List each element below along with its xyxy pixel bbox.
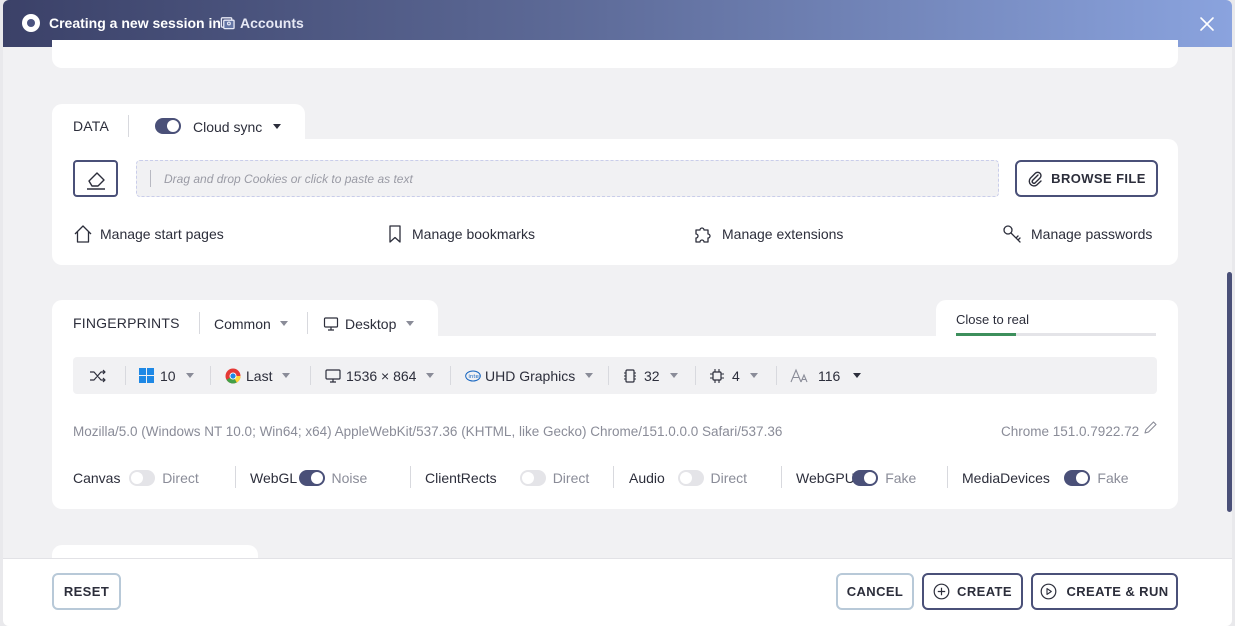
toggle-mediadevices-switch[interactable] xyxy=(1064,470,1091,486)
device-caret-icon[interactable] xyxy=(406,321,414,326)
edit-pencil-icon[interactable] xyxy=(1142,420,1158,436)
monitor-icon xyxy=(325,368,341,383)
randomize-button[interactable] xyxy=(89,357,107,394)
manage-start-pages-link[interactable]: Manage start pages xyxy=(73,224,224,244)
memory-chip-icon xyxy=(624,368,636,383)
toggle-webgl-value: Noise xyxy=(331,470,368,486)
browse-file-label: BROWSE FILE xyxy=(1051,171,1146,186)
desktop-icon xyxy=(323,317,339,331)
fingerprints-tab-label: FINGERPRINTS xyxy=(73,315,180,331)
key-icon xyxy=(1003,225,1021,243)
cancel-button[interactable]: CANCEL xyxy=(836,573,914,610)
folder-name: Accounts xyxy=(240,15,304,31)
toggle-audio-switch[interactable] xyxy=(677,470,704,486)
modal-title: Creating a new session in xyxy=(49,15,221,31)
home-icon xyxy=(74,225,92,243)
gpu-select[interactable]: intel UHD Graphics xyxy=(465,357,594,394)
toggle-audio-value: Direct xyxy=(710,470,748,486)
shuffle-icon xyxy=(90,369,106,382)
device-type-select[interactable]: Desktop xyxy=(345,316,396,332)
eraser-icon xyxy=(87,172,105,190)
data-tab: DATA Cloud sync xyxy=(52,104,305,144)
mode-caret-icon[interactable] xyxy=(280,321,288,326)
toggle-webgpu-value: Fake xyxy=(885,470,917,486)
toggle-canvas-label: Canvas xyxy=(73,470,121,486)
intel-icon: intel xyxy=(465,370,481,381)
toggle-webgl-switch[interactable] xyxy=(298,470,325,486)
manage-extensions-link[interactable]: Manage extensions xyxy=(693,224,843,244)
toggle-canvas-value: Direct xyxy=(162,470,199,486)
fingerprint-params-bar: 10 Last 1536 × 864 intel UHD Graphics 32… xyxy=(73,357,1157,394)
puzzle-icon xyxy=(695,227,711,243)
data-tab-label: DATA xyxy=(73,118,110,134)
chrome-icon xyxy=(225,368,241,384)
cpu-select[interactable]: 4 xyxy=(709,357,758,394)
bookmark-icon xyxy=(389,225,401,243)
browser-version-select[interactable]: Last xyxy=(225,357,291,394)
cloud-sync-toggle[interactable] xyxy=(155,118,181,134)
toggle-audio-label: Audio xyxy=(629,470,665,486)
modal-scrollbar[interactable] xyxy=(1227,272,1232,512)
cloud-sync-caret-icon[interactable] xyxy=(273,124,281,129)
cpu-icon xyxy=(710,368,724,383)
clear-cookies-button[interactable] xyxy=(73,160,118,197)
fonts-select[interactable]: 116 xyxy=(790,357,862,394)
browser-version-text: Chrome 151.0.7922.72 xyxy=(1001,424,1140,439)
user-agent-text: Mozilla/5.0 (Windows NT 10.0; Win64; x64… xyxy=(73,424,783,439)
close-icon[interactable] xyxy=(1196,13,1218,35)
cloud-sync-label[interactable]: Cloud sync xyxy=(193,119,262,135)
folder-icon xyxy=(220,17,235,30)
toggle-webgl-label: WebGL xyxy=(250,470,298,486)
app-logo-icon xyxy=(22,14,40,32)
manage-passwords-link[interactable]: Manage passwords xyxy=(1002,224,1152,244)
modal-footer: RESET CANCEL CREATE CREATE & RUN xyxy=(3,558,1232,626)
manage-bookmarks-link[interactable]: Manage bookmarks xyxy=(387,224,535,244)
toggle-mediadevices-value: Fake xyxy=(1097,470,1129,486)
os-select[interactable]: 10 xyxy=(139,357,194,394)
toggle-clientrects-value: Direct xyxy=(552,470,590,486)
svg-text:intel: intel xyxy=(468,374,481,380)
new-session-modal: Creating a new session in Accounts DATA … xyxy=(3,0,1232,626)
cookies-drop-zone[interactable]: Drag and drop Cookies or click to paste … xyxy=(136,160,999,197)
toggle-mediadevices-label: MediaDevices xyxy=(962,470,1050,486)
memory-select[interactable]: 32 xyxy=(623,357,678,394)
toggle-clientrects-switch[interactable] xyxy=(519,470,546,486)
resolution-select[interactable]: 1536 × 864 xyxy=(325,357,435,394)
toggle-webgpu-label: WebGPU xyxy=(796,470,855,486)
drop-zone-placeholder: Drag and drop Cookies or click to paste … xyxy=(164,172,413,186)
create-button[interactable]: CREATE xyxy=(922,573,1023,610)
plus-circle-icon xyxy=(933,583,950,600)
browse-file-button[interactable]: BROWSE FILE xyxy=(1015,160,1158,197)
toggle-webgpu-switch[interactable] xyxy=(852,470,879,486)
data-card: Drag and drop Cookies or click to paste … xyxy=(52,139,1178,265)
toggle-canvas-switch[interactable] xyxy=(129,470,156,486)
paperclip-icon xyxy=(1028,171,1042,187)
reset-button[interactable]: RESET xyxy=(52,573,121,610)
play-circle-icon xyxy=(1041,583,1057,600)
font-icon xyxy=(790,368,808,382)
toggle-clientrects-label: ClientRects xyxy=(425,470,497,486)
previous-section-card xyxy=(52,40,1178,68)
fingerprint-mode-select[interactable]: Common xyxy=(214,316,271,332)
windows-icon xyxy=(139,368,154,383)
create-and-run-button[interactable]: CREATE & RUN xyxy=(1031,573,1178,610)
fingerprint-quality-label: Close to real xyxy=(956,312,1029,327)
